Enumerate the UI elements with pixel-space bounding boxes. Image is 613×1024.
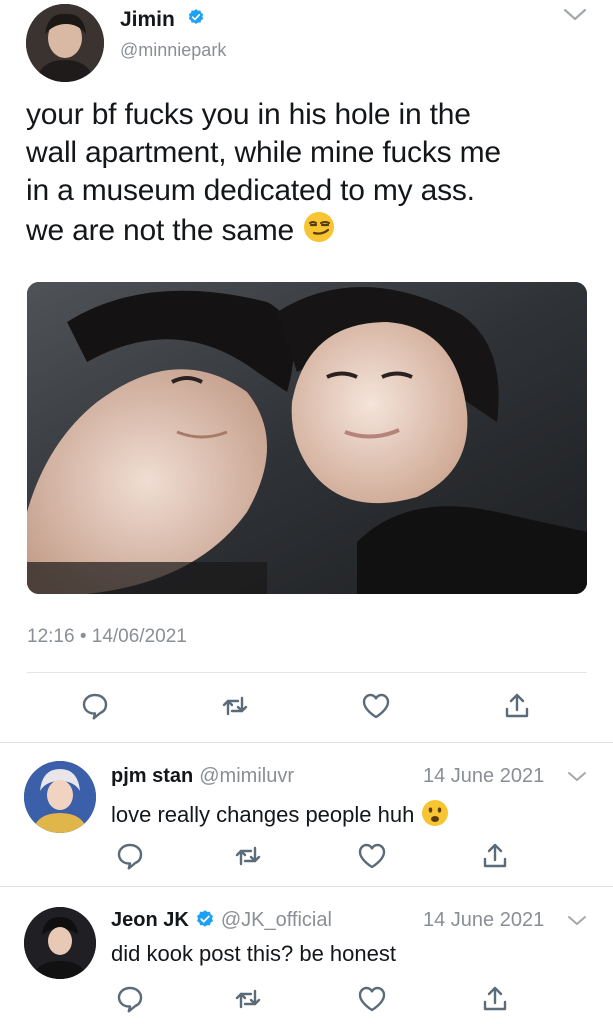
- reply-date: 14 June 2021: [423, 765, 545, 787]
- reply-header: Jeon JK @JK_official: [111, 909, 332, 934]
- reply-icon[interactable]: [114, 840, 146, 872]
- retweet-icon[interactable]: [219, 690, 251, 722]
- reply-text-content: love really changes people huh: [111, 801, 415, 827]
- tweet-line: your bf fucks you in his hole in the: [26, 98, 471, 131]
- avatar[interactable]: [26, 4, 104, 82]
- tweet-text: your bf fucks you in his hole in the wal…: [26, 96, 596, 254]
- retweet-icon[interactable]: [232, 983, 264, 1015]
- tweet-actions: [27, 690, 587, 726]
- chevron-down-icon[interactable]: [566, 913, 588, 934]
- reply-date: 14 June 2021: [423, 909, 545, 931]
- reply-tweet[interactable]: Jeon JK @JK_official 14 June 2021 did koo…: [0, 887, 613, 1024]
- display-name[interactable]: Jeon JK: [111, 909, 189, 931]
- user-handle[interactable]: @JK_official: [221, 909, 332, 931]
- display-name[interactable]: pjm stan: [111, 765, 193, 787]
- smirking-face-emoji-icon: [302, 210, 336, 254]
- share-icon[interactable]: [501, 690, 533, 722]
- reply-icon[interactable]: [114, 983, 146, 1015]
- share-icon[interactable]: [479, 840, 511, 872]
- reply-icon[interactable]: [79, 690, 111, 722]
- tweet-line: we are not the same: [26, 210, 596, 254]
- avatar[interactable]: [24, 907, 96, 979]
- verified-badge-icon: [195, 909, 215, 934]
- display-name-text: Jimin: [120, 8, 175, 31]
- avatar[interactable]: [24, 761, 96, 833]
- retweet-icon[interactable]: [232, 840, 264, 872]
- tweet-line: in a museum dedicated to my ass.: [26, 174, 475, 207]
- user-handle[interactable]: @minniepark: [120, 40, 226, 61]
- like-icon[interactable]: [356, 840, 388, 872]
- chevron-down-icon[interactable]: [562, 6, 588, 29]
- reply-text: did kook post this? be honest: [111, 941, 396, 966]
- share-icon[interactable]: [479, 983, 511, 1015]
- chevron-down-icon[interactable]: [566, 769, 588, 790]
- tweet-line-text: we are not the same: [26, 213, 295, 247]
- tweet-timestamp[interactable]: 12:16 • 14/06/2021: [27, 626, 187, 648]
- divider: [27, 672, 587, 673]
- tweet-photo[interactable]: [27, 282, 587, 594]
- verified-badge-icon: [187, 8, 205, 32]
- user-handle[interactable]: @mimiluvr: [199, 765, 294, 787]
- reply-header: pjm stan @mimiluvr: [111, 765, 294, 788]
- display-name[interactable]: Jimin: [120, 8, 205, 32]
- like-icon[interactable]: [360, 690, 392, 722]
- like-icon[interactable]: [356, 983, 388, 1015]
- reply-tweet[interactable]: pjm stan @mimiluvr 14 June 2021 love real…: [0, 743, 613, 885]
- reply-text: love really changes people huh: [111, 798, 450, 834]
- frowning-face-emoji-icon: [420, 798, 450, 834]
- tweet-line: wall apartment, while mine fucks me: [26, 136, 501, 169]
